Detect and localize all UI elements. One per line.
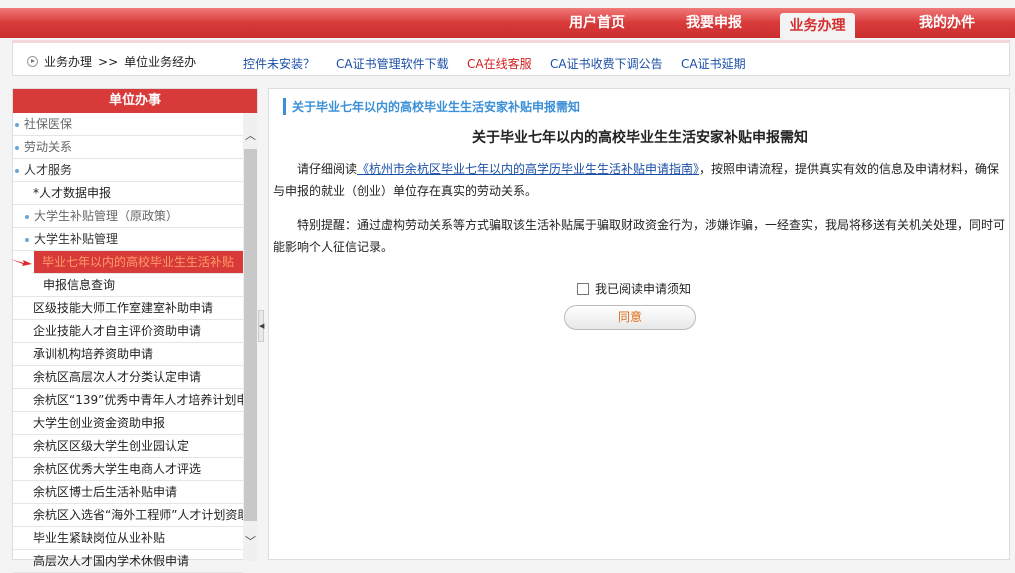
breadcrumb-item[interactable]: 业务办理 [44,53,92,70]
ca-online-service-link[interactable]: CA在线客服 [467,55,532,72]
menu-item[interactable]: *人才数据申报 [13,182,243,205]
main-panel: 关于毕业七年以内的高校毕业生生活安家补贴申报需知 关于毕业七年以内的高校毕业生生… [268,88,1010,560]
bullet-icon [15,145,19,150]
read-notice-checkbox[interactable]: 我已阅读申请须知 [577,280,691,297]
checkbox-icon[interactable] [577,282,589,295]
sidebar-menu: 社保医保 劳动关系 人才服务 *人才数据申报 大学生补贴管理（原政策） 大学生补… [13,113,243,573]
guide-link[interactable]: 《杭州市余杭区毕业七年以内的高学历毕业生生活补贴申请指南》 [357,162,699,176]
notice-heading: 关于毕业七年以内的高校毕业生生活安家补贴申报需知 [472,130,808,146]
menu-item[interactable]: 余杭区高层次人才分类认定申请 [13,366,243,389]
menu-item[interactable]: 人才服务 [13,159,243,182]
breadcrumb-bar: 业务办理 >> 单位业务经办 控件未安装？ CA证书管理软件下载 CA在线客服 … [12,40,1010,76]
bullet-icon [25,214,29,219]
scrollbar-thumb[interactable] [244,149,257,521]
menu-item[interactable]: 劳动关系 [13,136,243,159]
collapse-sidebar-handle[interactable]: ◀ [258,310,264,342]
menu-item[interactable]: 大学生补贴管理 [13,228,243,251]
bullet-icon [15,122,19,127]
menu-item[interactable]: 余杭区入选省“海外工程师”人才计划资助 [13,504,243,527]
red-pointer-arrow-icon [10,259,32,266]
scroll-down-icon[interactable]: ﹀ [245,533,256,549]
notice-paragraph: 请仔细阅读《杭州市余杭区毕业七年以内的高学历毕业生生活补贴申请指南》，按照申请流… [273,162,1000,198]
tab-home[interactable]: 用户首页 [552,8,642,38]
menu-item[interactable]: 大学生补贴管理（原政策） [13,205,243,228]
ca-extension-link[interactable]: CA证书延期 [681,55,746,72]
menu-item[interactable]: 社保医保 [13,113,243,136]
tab-business[interactable]: 业务办理 [780,13,855,40]
menu-item[interactable]: 企业技能人才自主评价资助申请 [13,320,243,343]
menu-item[interactable]: 大学生创业资金资助申报 [13,412,243,435]
ca-fee-notice-link[interactable]: CA证书收费下调公告 [550,55,663,72]
tab-my-items[interactable]: 我的办件 [902,8,992,38]
play-circle-icon [27,56,38,67]
warning-paragraph: 特别提醒：通过虚构劳动关系等方式骗取该生活补贴属于骗取财政资金行为，涉嫌诈骗，一… [273,218,1006,254]
menu-item-selected[interactable]: 毕业七年以内的高校毕业生生活补贴 [34,251,243,274]
menu-item[interactable]: 申报信息查询 [13,274,243,297]
menu-item[interactable]: 余杭区博士后生活补贴申请 [13,481,243,504]
sidebar-scrollbar[interactable]: ︿ ﹀ [243,113,258,561]
sidebar-title: 单位办事 [13,89,257,113]
breadcrumb-item: 单位业务经办 [124,55,197,69]
menu-item[interactable]: 区级技能大师工作室建室补助申请 [13,297,243,320]
tab-apply[interactable]: 我要申报 [669,8,759,38]
scroll-up-icon[interactable]: ︿ [245,127,256,143]
menu-item[interactable]: 高层次人才国内学术休假申请 [13,550,243,573]
agree-button[interactable]: 同意 [564,305,696,330]
sidebar: 单位办事 社保医保 劳动关系 人才服务 *人才数据申报 大学生补贴管理（原政策）… [12,88,258,573]
plugin-not-installed-link[interactable]: 控件未安装？ [243,55,315,72]
menu-item[interactable]: 余杭区区级大学生创业园认定 [13,435,243,458]
bullet-icon [25,237,29,242]
section-title: 关于毕业七年以内的高校毕业生生活安家补贴申报需知 [283,98,580,115]
top-nav: 用户首页 我要申报 业务办理 我的办件 [0,8,1015,40]
ca-software-download-link[interactable]: CA证书管理软件下载 [336,55,449,72]
breadcrumb: 业务办理 >> 单位业务经办 [27,53,196,70]
menu-item[interactable]: 毕业生紧缺岗位从业补贴 [13,527,243,550]
menu-item[interactable]: 余杭区“139”优秀中青年人才培养计划申 [13,389,243,412]
bullet-icon [15,168,19,173]
breadcrumb-separator: >> [98,54,119,69]
menu-item[interactable]: 余杭区优秀大学生电商人才评选 [13,458,243,481]
menu-item[interactable]: 承训机构培养资助申请 [13,343,243,366]
